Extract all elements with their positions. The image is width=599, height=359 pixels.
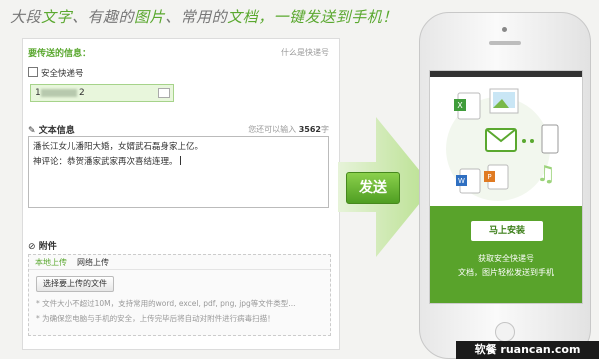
phone-illustration: X ♫ W P 马上安装 获取安全快递号 文档，图片轻松发送到手机 — [419, 12, 591, 359]
pencil-icon: ✎ — [28, 126, 36, 136]
music-icon: ♫ — [536, 162, 556, 187]
char-counter: 您还可以输入 3562字 — [248, 124, 329, 135]
home-button — [495, 322, 515, 342]
svg-text:♫: ♫ — [536, 162, 556, 187]
paperclip-icon: ⊘ — [28, 242, 36, 252]
slogan-text-end: ，一键发送到手机！ — [258, 8, 398, 26]
phone-small-icon — [541, 124, 559, 154]
tab-local-upload[interactable]: 本地上传 — [35, 257, 67, 268]
install-line-2: 文档，图片轻松发送到手机 — [458, 268, 554, 277]
attach-label: 附件 — [38, 242, 57, 252]
phone-screen: X ♫ W P 马上安装 获取安全快递号 文档，图片轻松发送到手机 — [429, 70, 583, 304]
ppt-icon: P — [484, 164, 509, 190]
svg-text:X: X — [457, 101, 463, 110]
message-line-2: 神评论：恭贺潘家武家再次喜结连理。 — [33, 157, 178, 167]
slogan-highlight-docs: 文档 — [227, 8, 259, 26]
slogan-text: 大段 — [10, 8, 42, 26]
secure-checkbox-row[interactable]: 安全快递号 — [28, 67, 84, 79]
speaker-icon — [489, 41, 521, 45]
install-now-button[interactable]: 马上安装 — [471, 221, 543, 241]
send-button[interactable]: 发送 — [346, 172, 400, 204]
site-watermark: 软餐 ruancan.com — [456, 341, 599, 359]
mail-icon — [485, 128, 517, 152]
char-counter-value: 3562 — [298, 125, 321, 134]
svg-text:P: P — [487, 173, 491, 181]
text-section-title: ✎ 文本信息 — [28, 123, 75, 136]
send-form-panel: 要传送的信息： 什么是快递号 安全快递号 1 2 ✎ 文本信息 您还可以输入 3… — [22, 38, 340, 350]
slogan-text: 、有趣的 — [72, 8, 135, 26]
security-tip: * 为确保您电脑与手机的安全，上传完毕后将自动对附件进行病毒扫描！ — [36, 314, 275, 323]
camera-icon — [502, 27, 507, 32]
char-counter-suffix: 字 — [321, 125, 329, 134]
install-line-1: 获取安全快递号 — [478, 254, 534, 263]
text-section-label: 文本信息 — [38, 126, 75, 136]
slogan-text: 、常用的 — [165, 8, 228, 26]
file-types-illustration: X ♫ W P — [446, 88, 559, 201]
phone-number-suffix: 2 — [79, 88, 85, 98]
tab-web-upload[interactable]: 网络上传 — [77, 257, 109, 268]
excel-icon: X — [454, 92, 481, 120]
slogan: 大段文字、有趣的图片、常用的文档，一键发送到手机！ — [10, 6, 398, 27]
svg-text:W: W — [458, 177, 465, 185]
message-line-1: 潘长江女儿潘阳大婚，女婿武石磊身家上亿。 — [33, 142, 204, 152]
upload-tabs: 本地上传 网络上传 — [29, 255, 330, 270]
phone-number-mask — [41, 89, 77, 97]
secure-checkbox[interactable] — [28, 67, 38, 77]
message-textarea[interactable]: 潘长江女儿潘阳大婚，女婿武石磊身家上亿。 神评论：恭贺潘家武家再次喜结连理。 — [28, 136, 329, 208]
word-icon: W — [456, 168, 481, 194]
keyboard-icon[interactable] — [158, 88, 170, 98]
file-size-tip: * 文件大小不超过10M，支持常用的word, excel, pdf, png,… — [36, 299, 296, 308]
slogan-highlight-images: 图片 — [134, 8, 166, 26]
text-cursor — [179, 156, 181, 165]
image-icon — [489, 88, 519, 114]
secure-checkbox-label: 安全快递号 — [41, 69, 84, 79]
slogan-highlight-text: 文字 — [41, 8, 73, 26]
help-link[interactable]: 什么是快递号 — [281, 47, 329, 58]
choose-file-button[interactable]: 选择要上传的文件 — [36, 276, 114, 292]
attachment-area: 本地上传 网络上传 选择要上传的文件 * 文件大小不超过10M，支持常用的wor… — [28, 254, 331, 336]
form-title: 要传送的信息： — [28, 49, 92, 59]
attach-title: ⊘ 附件 — [28, 239, 57, 252]
char-counter-prefix: 您还可以输入 — [248, 125, 297, 134]
phone-number-input[interactable]: 1 2 — [30, 84, 174, 102]
phone-number-prefix: 1 — [35, 88, 41, 98]
